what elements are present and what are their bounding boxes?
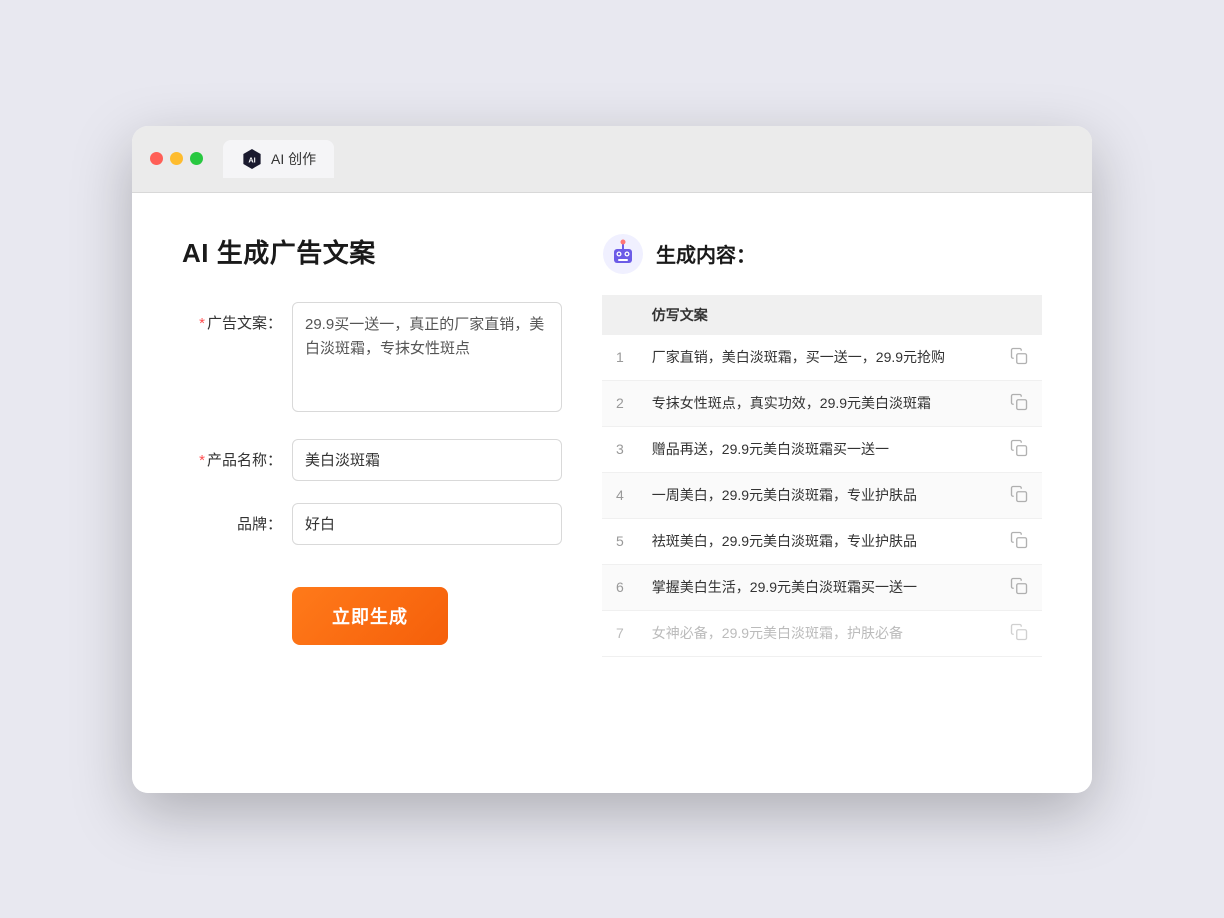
product-name-required: *	[199, 452, 205, 469]
table-row: 6掌握美白生活，29.9元美白淡斑霜买一送一	[602, 564, 1042, 610]
svg-text:AI: AI	[248, 155, 255, 164]
product-name-label: *产品名称：	[182, 439, 282, 470]
col-action	[996, 295, 1042, 335]
ad-copy-label: *广告文案：	[182, 302, 282, 333]
product-name-input-wrap	[292, 439, 562, 481]
traffic-lights	[150, 152, 203, 165]
copy-icon[interactable]	[1010, 352, 1028, 368]
ad-copy-textarea[interactable]: 29.9买一送一，真正的厂家直销，美白淡斑霜，专抹女性斑点	[292, 302, 562, 412]
close-button[interactable]	[150, 152, 163, 165]
brand-label: 品牌：	[182, 503, 282, 534]
table-header-row: 仿写文案	[602, 295, 1042, 335]
col-number	[602, 295, 638, 335]
ad-copy-input-wrap: 29.9买一送一，真正的厂家直销，美白淡斑霜，专抹女性斑点	[292, 302, 562, 417]
table-row: 2专抹女性斑点，真实功效，29.9元美白淡斑霜	[602, 380, 1042, 426]
maximize-button[interactable]	[190, 152, 203, 165]
row-number: 3	[602, 426, 638, 472]
row-action	[996, 335, 1042, 381]
row-copy-text: 掌握美白生活，29.9元美白淡斑霜买一送一	[638, 564, 996, 610]
table-row: 4一周美白，29.9元美白淡斑霜，专业护肤品	[602, 472, 1042, 518]
result-table: 仿写文案 1厂家直销，美白淡斑霜，买一送一，29.9元抢购 2专抹女性斑点，真实…	[602, 295, 1042, 657]
table-row: 5祛斑美白，29.9元美白淡斑霜，专业护肤品	[602, 518, 1042, 564]
row-action	[996, 610, 1042, 656]
ai-tab-icon: AI	[241, 148, 263, 170]
page-title: AI 生成广告文案	[182, 233, 562, 270]
row-copy-text: 赠品再送，29.9元美白淡斑霜买一送一	[638, 426, 996, 472]
row-copy-text: 祛斑美白，29.9元美白淡斑霜，专业护肤品	[638, 518, 996, 564]
row-copy-text: 专抹女性斑点，真实功效，29.9元美白淡斑霜	[638, 380, 996, 426]
robot-icon	[602, 233, 644, 275]
ad-copy-row: *广告文案： 29.9买一送一，真正的厂家直销，美白淡斑霜，专抹女性斑点	[182, 302, 562, 417]
result-title: 生成内容：	[656, 239, 756, 268]
row-number: 7	[602, 610, 638, 656]
copy-icon[interactable]	[1010, 536, 1028, 552]
ad-copy-required: *	[199, 315, 205, 332]
row-action	[996, 518, 1042, 564]
table-row: 1厂家直销，美白淡斑霜，买一送一，29.9元抢购	[602, 335, 1042, 381]
table-row: 3赠品再送，29.9元美白淡斑霜买一送一	[602, 426, 1042, 472]
product-name-input[interactable]	[292, 439, 562, 481]
row-action	[996, 564, 1042, 610]
generate-button[interactable]: 立即生成	[292, 587, 448, 645]
brand-row: 品牌：	[182, 503, 562, 545]
product-name-row: *产品名称：	[182, 439, 562, 481]
copy-icon[interactable]	[1010, 444, 1028, 460]
table-row: 7女神必备，29.9元美白淡斑霜，护肤必备	[602, 610, 1042, 656]
row-number: 5	[602, 518, 638, 564]
title-bar: AI AI 创作	[132, 126, 1092, 193]
brand-input[interactable]	[292, 503, 562, 545]
row-action	[996, 380, 1042, 426]
minimize-button[interactable]	[170, 152, 183, 165]
row-action	[996, 472, 1042, 518]
col-copy: 仿写文案	[638, 295, 996, 335]
row-number: 1	[602, 335, 638, 381]
copy-icon[interactable]	[1010, 582, 1028, 598]
ai-creation-tab[interactable]: AI AI 创作	[223, 140, 334, 178]
tab-label: AI 创作	[271, 149, 316, 169]
row-copy-text: 厂家直销，美白淡斑霜，买一送一，29.9元抢购	[638, 335, 996, 381]
row-action	[996, 426, 1042, 472]
browser-window: AI AI 创作 AI 生成广告文案 *广告文案： 29.9买一送一，真正的厂家…	[132, 126, 1092, 793]
row-copy-text: 一周美白，29.9元美白淡斑霜，专业护肤品	[638, 472, 996, 518]
result-header: 生成内容：	[602, 233, 1042, 275]
content-area: AI 生成广告文案 *广告文案： 29.9买一送一，真正的厂家直销，美白淡斑霜，…	[132, 193, 1092, 793]
row-number: 4	[602, 472, 638, 518]
copy-icon[interactable]	[1010, 490, 1028, 506]
brand-input-wrap	[292, 503, 562, 545]
left-panel: AI 生成广告文案 *广告文案： 29.9买一送一，真正的厂家直销，美白淡斑霜，…	[182, 233, 562, 753]
row-number: 6	[602, 564, 638, 610]
row-copy-text: 女神必备，29.9元美白淡斑霜，护肤必备	[638, 610, 996, 656]
copy-icon[interactable]	[1010, 628, 1028, 644]
right-panel: 生成内容： 仿写文案 1厂家直销，美白淡斑霜，买一送一，29.9元抢购 2专抹女…	[602, 233, 1042, 753]
row-number: 2	[602, 380, 638, 426]
copy-icon[interactable]	[1010, 398, 1028, 414]
